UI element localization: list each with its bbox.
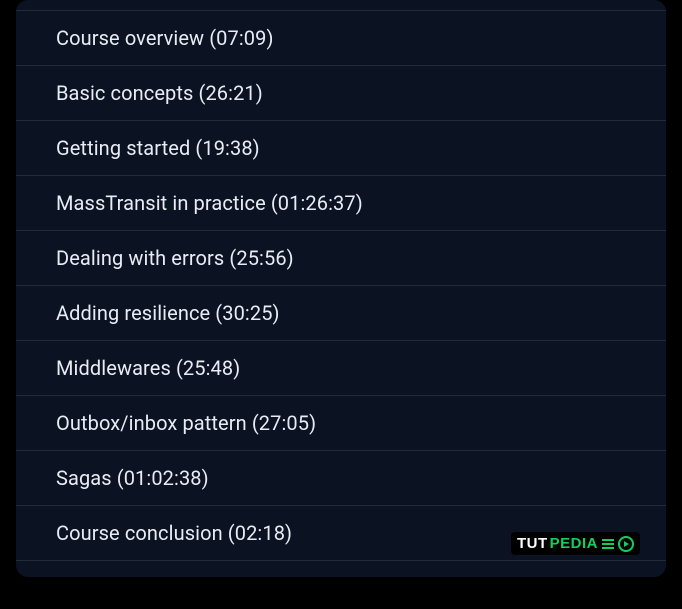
- module-item-label: Getting started (19:38): [56, 136, 260, 160]
- module-item[interactable]: Basic concepts (26:21): [16, 66, 666, 121]
- play-circle-icon: [618, 536, 634, 552]
- module-item-label: Adding resilience (30:25): [56, 301, 280, 325]
- module-list: Course overview (07:09) Basic concepts (2…: [16, 10, 666, 561]
- module-item-label: Basic concepts (26:21): [56, 81, 263, 105]
- module-item-label: Middlewares (25:48): [56, 356, 240, 380]
- module-item-label: Course conclusion (02:18): [56, 521, 292, 545]
- module-item[interactable]: Course overview (07:09): [16, 10, 666, 66]
- watermark-logo: TUT PEDIA: [511, 532, 640, 555]
- module-item[interactable]: Middlewares (25:48): [16, 341, 666, 396]
- module-item[interactable]: Adding resilience (30:25): [16, 286, 666, 341]
- module-item[interactable]: Dealing with errors (25:56): [16, 231, 666, 286]
- module-item-label: MassTransit in practice (01:26:37): [56, 191, 363, 215]
- logo-lines-icon: [602, 537, 614, 551]
- module-item-label: Course overview (07:09): [56, 26, 274, 50]
- module-item-label: Outbox/inbox pattern (27:05): [56, 411, 316, 435]
- module-item-label: Dealing with errors (25:56): [56, 246, 294, 270]
- module-item[interactable]: Sagas (01:02:38): [16, 451, 666, 506]
- logo-text-pedia: PEDIA: [550, 535, 598, 552]
- module-item[interactable]: Getting started (19:38): [16, 121, 666, 176]
- module-item-label: Sagas (01:02:38): [56, 466, 209, 490]
- module-item[interactable]: MassTransit in practice (01:26:37): [16, 176, 666, 231]
- course-modules-panel: Course overview (07:09) Basic concepts (2…: [16, 0, 666, 577]
- module-item[interactable]: Outbox/inbox pattern (27:05): [16, 396, 666, 451]
- logo-text-tut: TUT: [517, 535, 548, 552]
